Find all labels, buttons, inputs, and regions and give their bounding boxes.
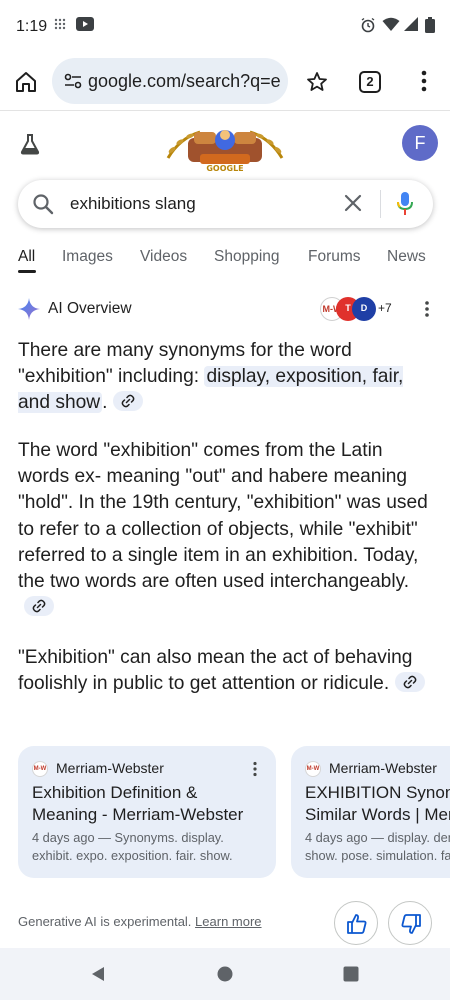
- ai-paragraph-synonyms: There are many synonyms for the word "ex…: [18, 338, 433, 417]
- ai-paragraph-behavior: "Exhibition" can also mean the act of be…: [18, 645, 433, 697]
- genai-text: Generative AI is experimental.: [18, 914, 192, 929]
- browser-toolbar: google.com/search?q=e 2: [0, 56, 450, 108]
- sources-more-count[interactable]: +7: [378, 301, 392, 315]
- source-snippet: 4 days ago — display. demonstration. sho…: [305, 829, 450, 865]
- source-title: Exhibition Definition & Meaning - Merria…: [32, 782, 276, 826]
- source-card[interactable]: M-W Merriam-Webster EXHIBITION Synonyms:…: [291, 746, 450, 878]
- ai-text: .: [102, 392, 108, 414]
- thumbs-up-button[interactable]: [334, 901, 378, 945]
- tab-videos[interactable]: Videos: [140, 248, 187, 266]
- star-bookmark-icon[interactable]: [305, 70, 329, 99]
- tab-all[interactable]: All: [18, 248, 35, 266]
- voice-search-mic-icon[interactable]: [396, 191, 414, 222]
- home-icon[interactable]: [14, 70, 38, 99]
- source-site-name: Merriam-Webster: [329, 760, 437, 776]
- status-bar: 1:19: [0, 0, 450, 56]
- merriam-webster-favicon: M-W: [305, 761, 321, 777]
- status-time: 1:19: [16, 18, 48, 35]
- site-settings-icon[interactable]: [64, 72, 82, 95]
- source-snippet-line: exhibit. expo. exposition. fair. show.: [32, 848, 233, 863]
- citation-link-button[interactable]: [24, 596, 54, 617]
- source-title-line: Similar Words | Merriam: [305, 805, 450, 824]
- tab-shopping[interactable]: Shopping: [214, 248, 280, 266]
- clear-search-icon[interactable]: [342, 192, 364, 219]
- ai-text: The word "exhibition" comes from the Lat…: [18, 440, 428, 593]
- overflow-menu-icon[interactable]: [420, 70, 428, 97]
- thumbs-up-icon: [347, 914, 367, 934]
- system-nav-bar: [0, 948, 450, 1000]
- home-nav-icon[interactable]: [217, 966, 233, 987]
- tab-images[interactable]: Images: [62, 248, 113, 266]
- active-tab-indicator: [18, 270, 36, 273]
- source-snippet-line: show. pose. simulation. fake.: [305, 848, 450, 863]
- google-doodle-logo[interactable]: GOOGLE: [160, 118, 290, 174]
- wifi-icon: [382, 17, 400, 37]
- search-input[interactable]: exhibitions slang: [70, 194, 196, 214]
- search-box[interactable]: exhibitions slang: [18, 180, 433, 228]
- citation-link-button[interactable]: [113, 391, 144, 412]
- source-title-line: EXHIBITION Synonyms:: [305, 783, 450, 802]
- thumbs-down-button[interactable]: [388, 901, 432, 945]
- back-nav-icon[interactable]: [90, 966, 106, 987]
- source-snippet-line: 4 days ago — Synonyms. display.: [32, 830, 224, 845]
- recents-nav-icon[interactable]: [343, 966, 359, 987]
- tab-news[interactable]: News: [387, 248, 426, 266]
- alarm-icon: [360, 17, 376, 38]
- youtube-icon: [76, 17, 94, 36]
- link-icon: [122, 394, 135, 408]
- source-card[interactable]: M-W Merriam-Webster Exhibition Definitio…: [18, 746, 276, 878]
- account-avatar[interactable]: F: [402, 125, 438, 161]
- source-title-line: Exhibition Definition &: [32, 783, 198, 802]
- card-menu-icon[interactable]: [252, 761, 258, 782]
- ai-text: "Exhibition" can also mean the act of be…: [18, 647, 413, 695]
- doodle-text: GOOGLE: [206, 164, 243, 173]
- battery-icon: [425, 17, 435, 38]
- link-icon: [403, 675, 417, 689]
- ai-overview-menu-icon[interactable]: [424, 300, 430, 323]
- ai-sparkle-icon: [18, 298, 40, 325]
- source-site-name: Merriam-Webster: [56, 760, 164, 776]
- source-title: EXHIBITION Synonyms: Similar Words | Mer…: [305, 782, 450, 826]
- citation-link-button[interactable]: [395, 672, 426, 693]
- dots-grid-icon: [54, 17, 66, 35]
- generative-ai-notice: Generative AI is experimental. Learn mor…: [18, 914, 262, 929]
- source-title-line: Meaning - Merriam-Webster: [32, 805, 244, 824]
- learn-more-link[interactable]: Learn more: [195, 914, 261, 929]
- source-d-icon: D: [352, 297, 376, 321]
- labs-flask-icon[interactable]: [18, 132, 42, 161]
- tab-switcher-button[interactable]: 2: [359, 71, 381, 93]
- search-divider: [380, 190, 381, 218]
- link-icon: [32, 599, 46, 613]
- source-snippet: 4 days ago — Synonyms. display. exhibit.…: [32, 829, 276, 865]
- source-snippet-line: 4 days ago — display. demonstration.: [305, 830, 450, 845]
- ai-overview-title: AI Overview: [48, 300, 132, 317]
- ai-overview-header: AI Overview M-W T D +7: [0, 292, 450, 326]
- ai-paragraph-etymology: The word "exhibition" comes from the Lat…: [18, 438, 433, 621]
- thumbs-down-icon: [401, 914, 421, 934]
- toolbar-divider: [0, 110, 450, 111]
- signal-icon: [404, 17, 418, 36]
- url-text: google.com/search?q=e: [88, 71, 281, 91]
- search-icon: [32, 193, 54, 220]
- merriam-webster-favicon: M-W: [32, 761, 48, 777]
- address-bar[interactable]: google.com/search?q=e: [52, 58, 288, 104]
- tab-forums[interactable]: Forums: [308, 248, 361, 266]
- search-tabs: All Images Videos Shopping Forums News: [0, 244, 450, 280]
